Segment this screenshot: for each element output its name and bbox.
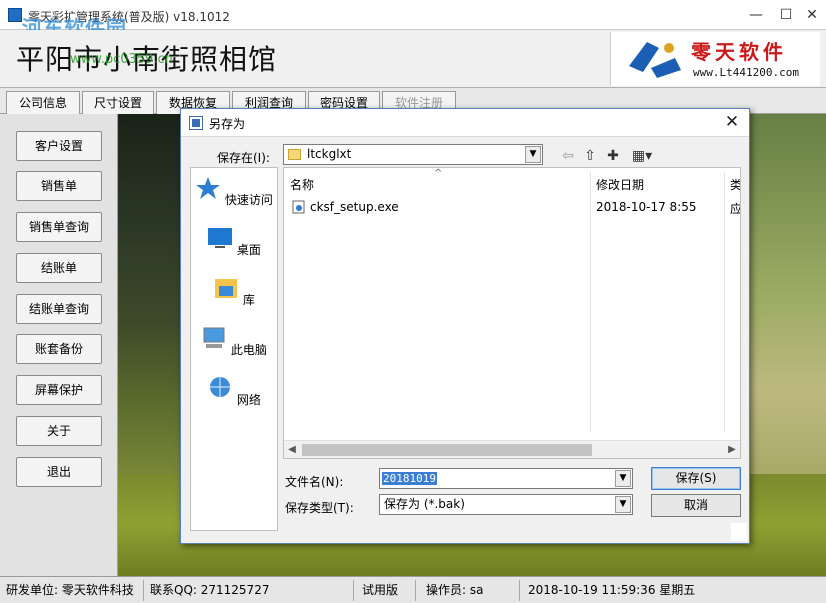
folder-icon (288, 149, 301, 160)
tab-company-info[interactable]: 公司信息 (6, 91, 80, 114)
save-in-label: 保存在(I): (217, 151, 270, 165)
save-button[interactable]: 保存(S) (651, 467, 741, 490)
place-desktop[interactable]: 桌面 (191, 226, 277, 258)
logo-url: www.Lt441200.com (693, 66, 799, 79)
chevron-down-icon[interactable]: ▼ (615, 496, 631, 513)
place-quick-access[interactable]: 快速访问 (191, 176, 277, 208)
settlement-button[interactable]: 结账单 (16, 253, 102, 283)
file-name: cksf_setup.exe (310, 200, 399, 214)
about-button[interactable]: 关于 (16, 416, 102, 446)
place-label: 桌面 (236, 243, 261, 257)
status-bar: 研发单位: 零天软件科技 联系QQ: 271125727 试用版 操作员: sa… (0, 576, 826, 603)
place-this-pc[interactable]: 此电脑 (191, 326, 277, 358)
library-icon (215, 279, 238, 298)
status-contact: 联系QQ: 271125727 (144, 580, 354, 601)
filetype-value: 保存为 (*.bak) (384, 497, 465, 511)
save-in-value: ltckglxt (307, 147, 352, 161)
up-folder-icon[interactable]: ⇧ (581, 147, 599, 165)
back-icon[interactable]: ⇦ (559, 147, 577, 165)
filetype-dropdown[interactable]: 保存为 (*.bak) ▼ (379, 494, 633, 515)
filename-label: 文件名(N): (285, 475, 344, 489)
column-header-date[interactable]: 修改日期 (596, 176, 644, 193)
logo-icon (629, 42, 681, 78)
app-icon (8, 8, 22, 22)
chevron-down-icon[interactable]: ▼ (525, 146, 541, 163)
close-button[interactable]: ✕ (798, 4, 826, 26)
place-network[interactable]: 网络 (191, 376, 277, 408)
customer-settings-button[interactable]: 客户设置 (16, 131, 102, 161)
file-date: 2018-10-17 8:55 (596, 200, 697, 214)
places-bar: 快速访问 桌面 库 此电脑 网络 (190, 167, 278, 531)
dialog-close-icon[interactable]: ✕ (721, 111, 743, 133)
column-header-type[interactable]: 类 (730, 176, 740, 193)
status-datetime: 2018-10-19 11:59:36 星期五 (528, 583, 696, 597)
scroll-thumb[interactable] (302, 444, 592, 456)
computer-icon (203, 327, 225, 348)
file-row[interactable]: cksf_setup.exe 2018-10-17 8:55 应 (284, 198, 740, 218)
tab-size-settings[interactable]: 尺寸设置 (82, 91, 154, 114)
dialog-title-bar: 另存为 ✕ (181, 109, 749, 137)
exit-button[interactable]: 退出 (16, 457, 102, 487)
desktop-icon (208, 228, 233, 248)
filename-input[interactable]: 20181019 ▼ (379, 468, 633, 489)
scroll-right-icon[interactable]: ▶ (724, 441, 740, 458)
url-watermark: www.pc0359.cn (70, 52, 173, 67)
view-menu-icon[interactable]: ▦▾ (627, 147, 657, 165)
place-label: 网络 (236, 393, 261, 407)
sales-query-button[interactable]: 销售单查询 (16, 212, 102, 242)
sidebar: 客户设置 销售单 销售单查询 结账单 结账单查询 账套备份 屏幕保护 关于 退出 (0, 114, 118, 576)
network-icon (210, 377, 231, 397)
horizontal-scrollbar[interactable]: ◀ ▶ (284, 440, 740, 458)
file-type: 应 (730, 202, 741, 216)
filename-dropdown[interactable]: ▼ (614, 470, 631, 487)
status-operator: 操作员: sa (420, 580, 520, 601)
cancel-button[interactable]: 取消 (651, 494, 741, 517)
filename-value: 20181019 (382, 472, 437, 485)
place-library[interactable]: 库 (191, 276, 277, 308)
dialog-title: 另存为 (209, 117, 246, 131)
save-in-dropdown[interactable]: ltckglxt ▼ (283, 144, 543, 165)
sales-order-button[interactable]: 销售单 (16, 171, 102, 201)
resize-grip[interactable] (731, 523, 747, 541)
minimize-button[interactable]: — (742, 4, 770, 26)
logo-text: 零天软件 (691, 40, 787, 64)
place-label: 库 (242, 293, 255, 307)
main-title-bar: 零天彩扩管理系统(普及版) v18.1012 河东软件园 — ☐ ✕ (0, 0, 826, 40)
file-list: 名称 ^ 修改日期 类 cksf_setup.exe 2018-10-17 8:… (283, 167, 741, 459)
column-header-name[interactable]: 名称 (290, 176, 314, 193)
new-folder-icon[interactable]: ✚ (603, 147, 623, 165)
header-banner: 平阳市小南街照相馆 www.pc0359.cn 零天软件 www.Lt44120… (0, 30, 826, 88)
status-edition: 试用版 (356, 580, 416, 601)
sort-indicator-icon: ^ (434, 168, 443, 179)
star-icon (196, 177, 221, 199)
company-logo: 零天软件 www.Lt441200.com (610, 32, 820, 86)
scroll-left-icon[interactable]: ◀ (284, 441, 300, 458)
filetype-label: 保存类型(T): (285, 501, 354, 515)
save-as-dialog: 另存为 ✕ 保存在(I): ltckglxt ▼ ⇦ ⇧ ✚ ▦▾ 快速访问 桌… (180, 108, 750, 544)
dialog-icon (189, 116, 203, 130)
place-label: 快速访问 (224, 193, 273, 207)
status-developer: 研发单位: 零天软件科技 (0, 580, 144, 601)
chevron-down-icon[interactable]: ▼ (615, 470, 631, 487)
settlement-query-button[interactable]: 结账单查询 (16, 294, 102, 324)
account-backup-button[interactable]: 账套备份 (16, 334, 102, 364)
place-label: 此电脑 (230, 343, 267, 357)
screensaver-button[interactable]: 屏幕保护 (16, 375, 102, 405)
maximize-button[interactable]: ☐ (772, 4, 800, 26)
exe-file-icon (292, 200, 306, 214)
